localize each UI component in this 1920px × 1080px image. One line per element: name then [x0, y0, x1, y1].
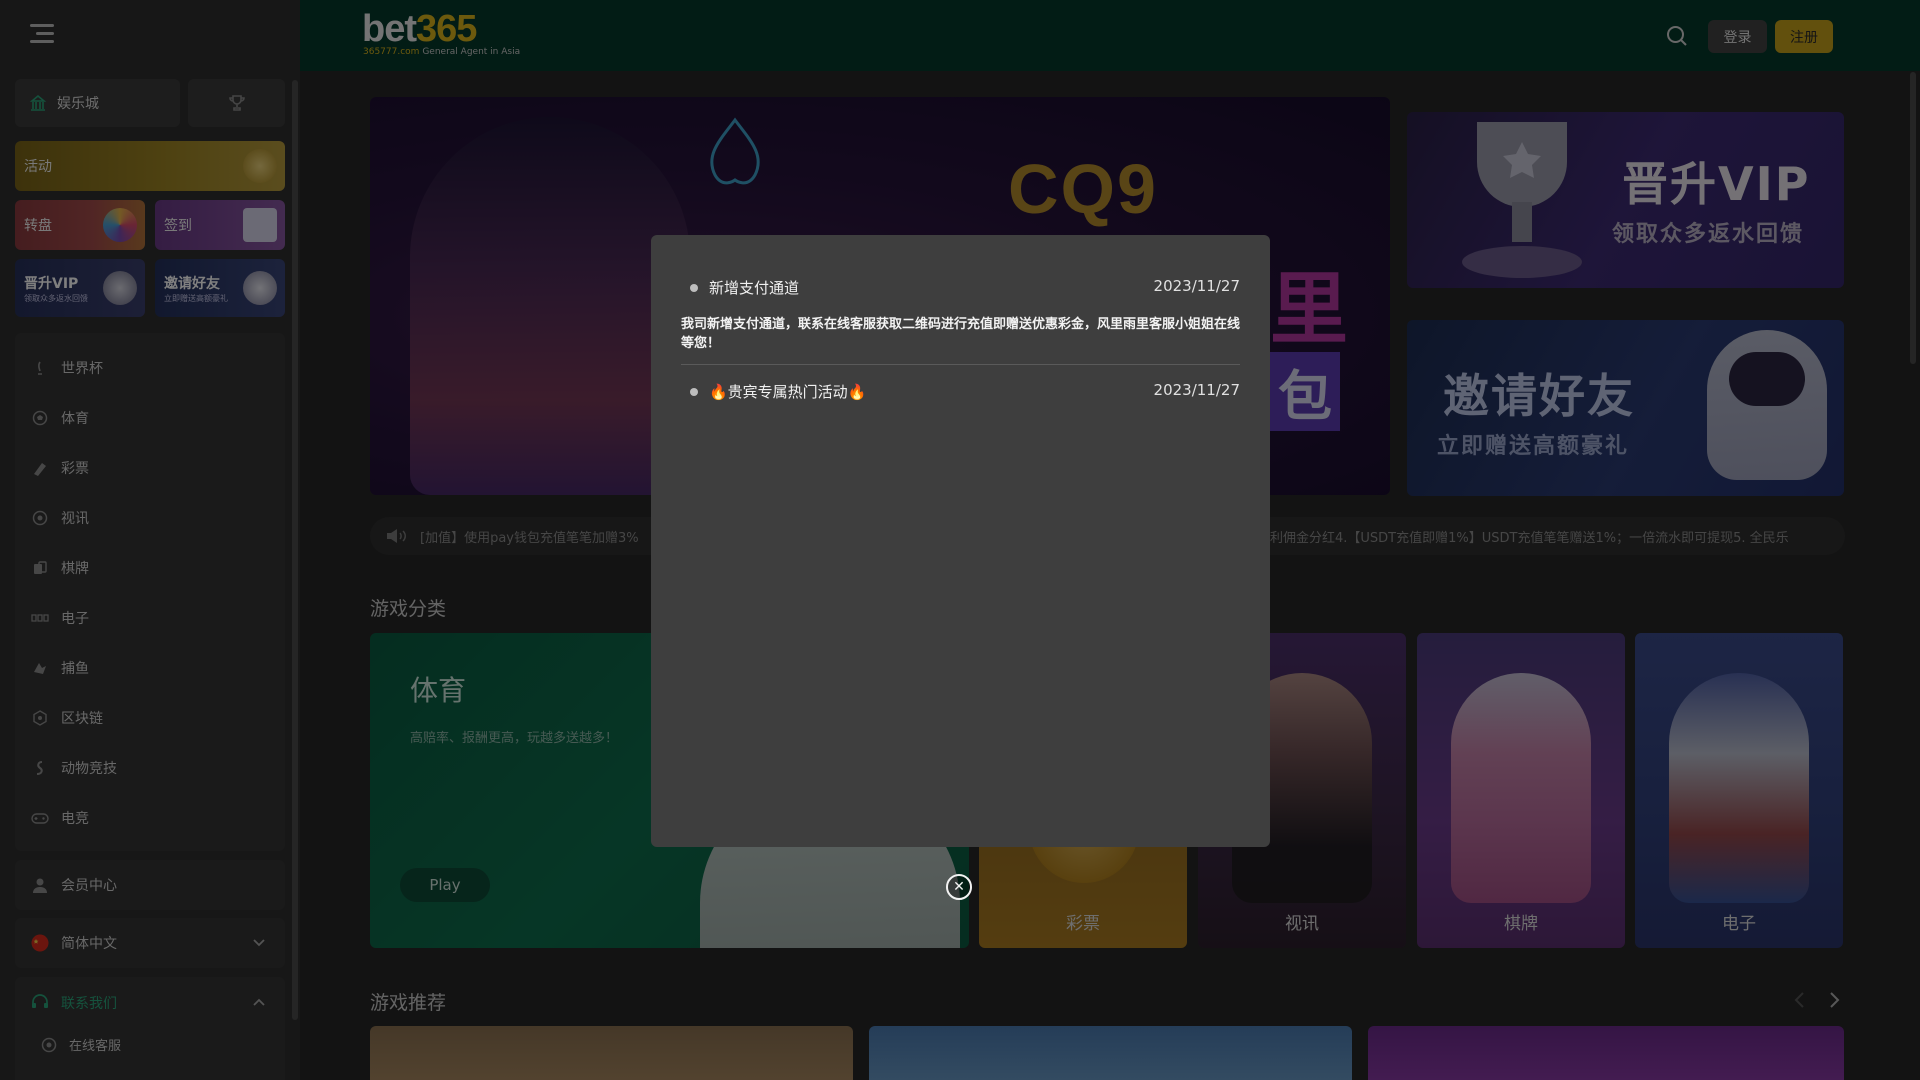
notice-body: 我司新增支付通道，联系在线客服获取二维码进行充值即赠送优惠彩金，风里雨里客服小姐…: [681, 317, 1241, 351]
notice-item[interactable]: 新增支付通道 2023/11/27 我司新增支付通道，联系在线客服获取二维码进行…: [681, 277, 1240, 365]
bullet-icon: [690, 284, 698, 292]
notice-date: 2023/11/27: [1153, 277, 1240, 295]
notice-date: 2023/11/27: [1153, 381, 1240, 399]
notice-item[interactable]: 🔥贵宾专属热门活动🔥 2023/11/27: [681, 381, 1240, 405]
notice-title: 🔥贵宾专属热门活动🔥: [709, 383, 867, 401]
notice-title: 新增支付通道: [709, 279, 800, 297]
close-icon[interactable]: ✕: [946, 874, 972, 900]
announcement-modal: 新增支付通道 2023/11/27 我司新增支付通道，联系在线客服获取二维码进行…: [651, 235, 1270, 847]
bullet-icon: [690, 388, 698, 396]
